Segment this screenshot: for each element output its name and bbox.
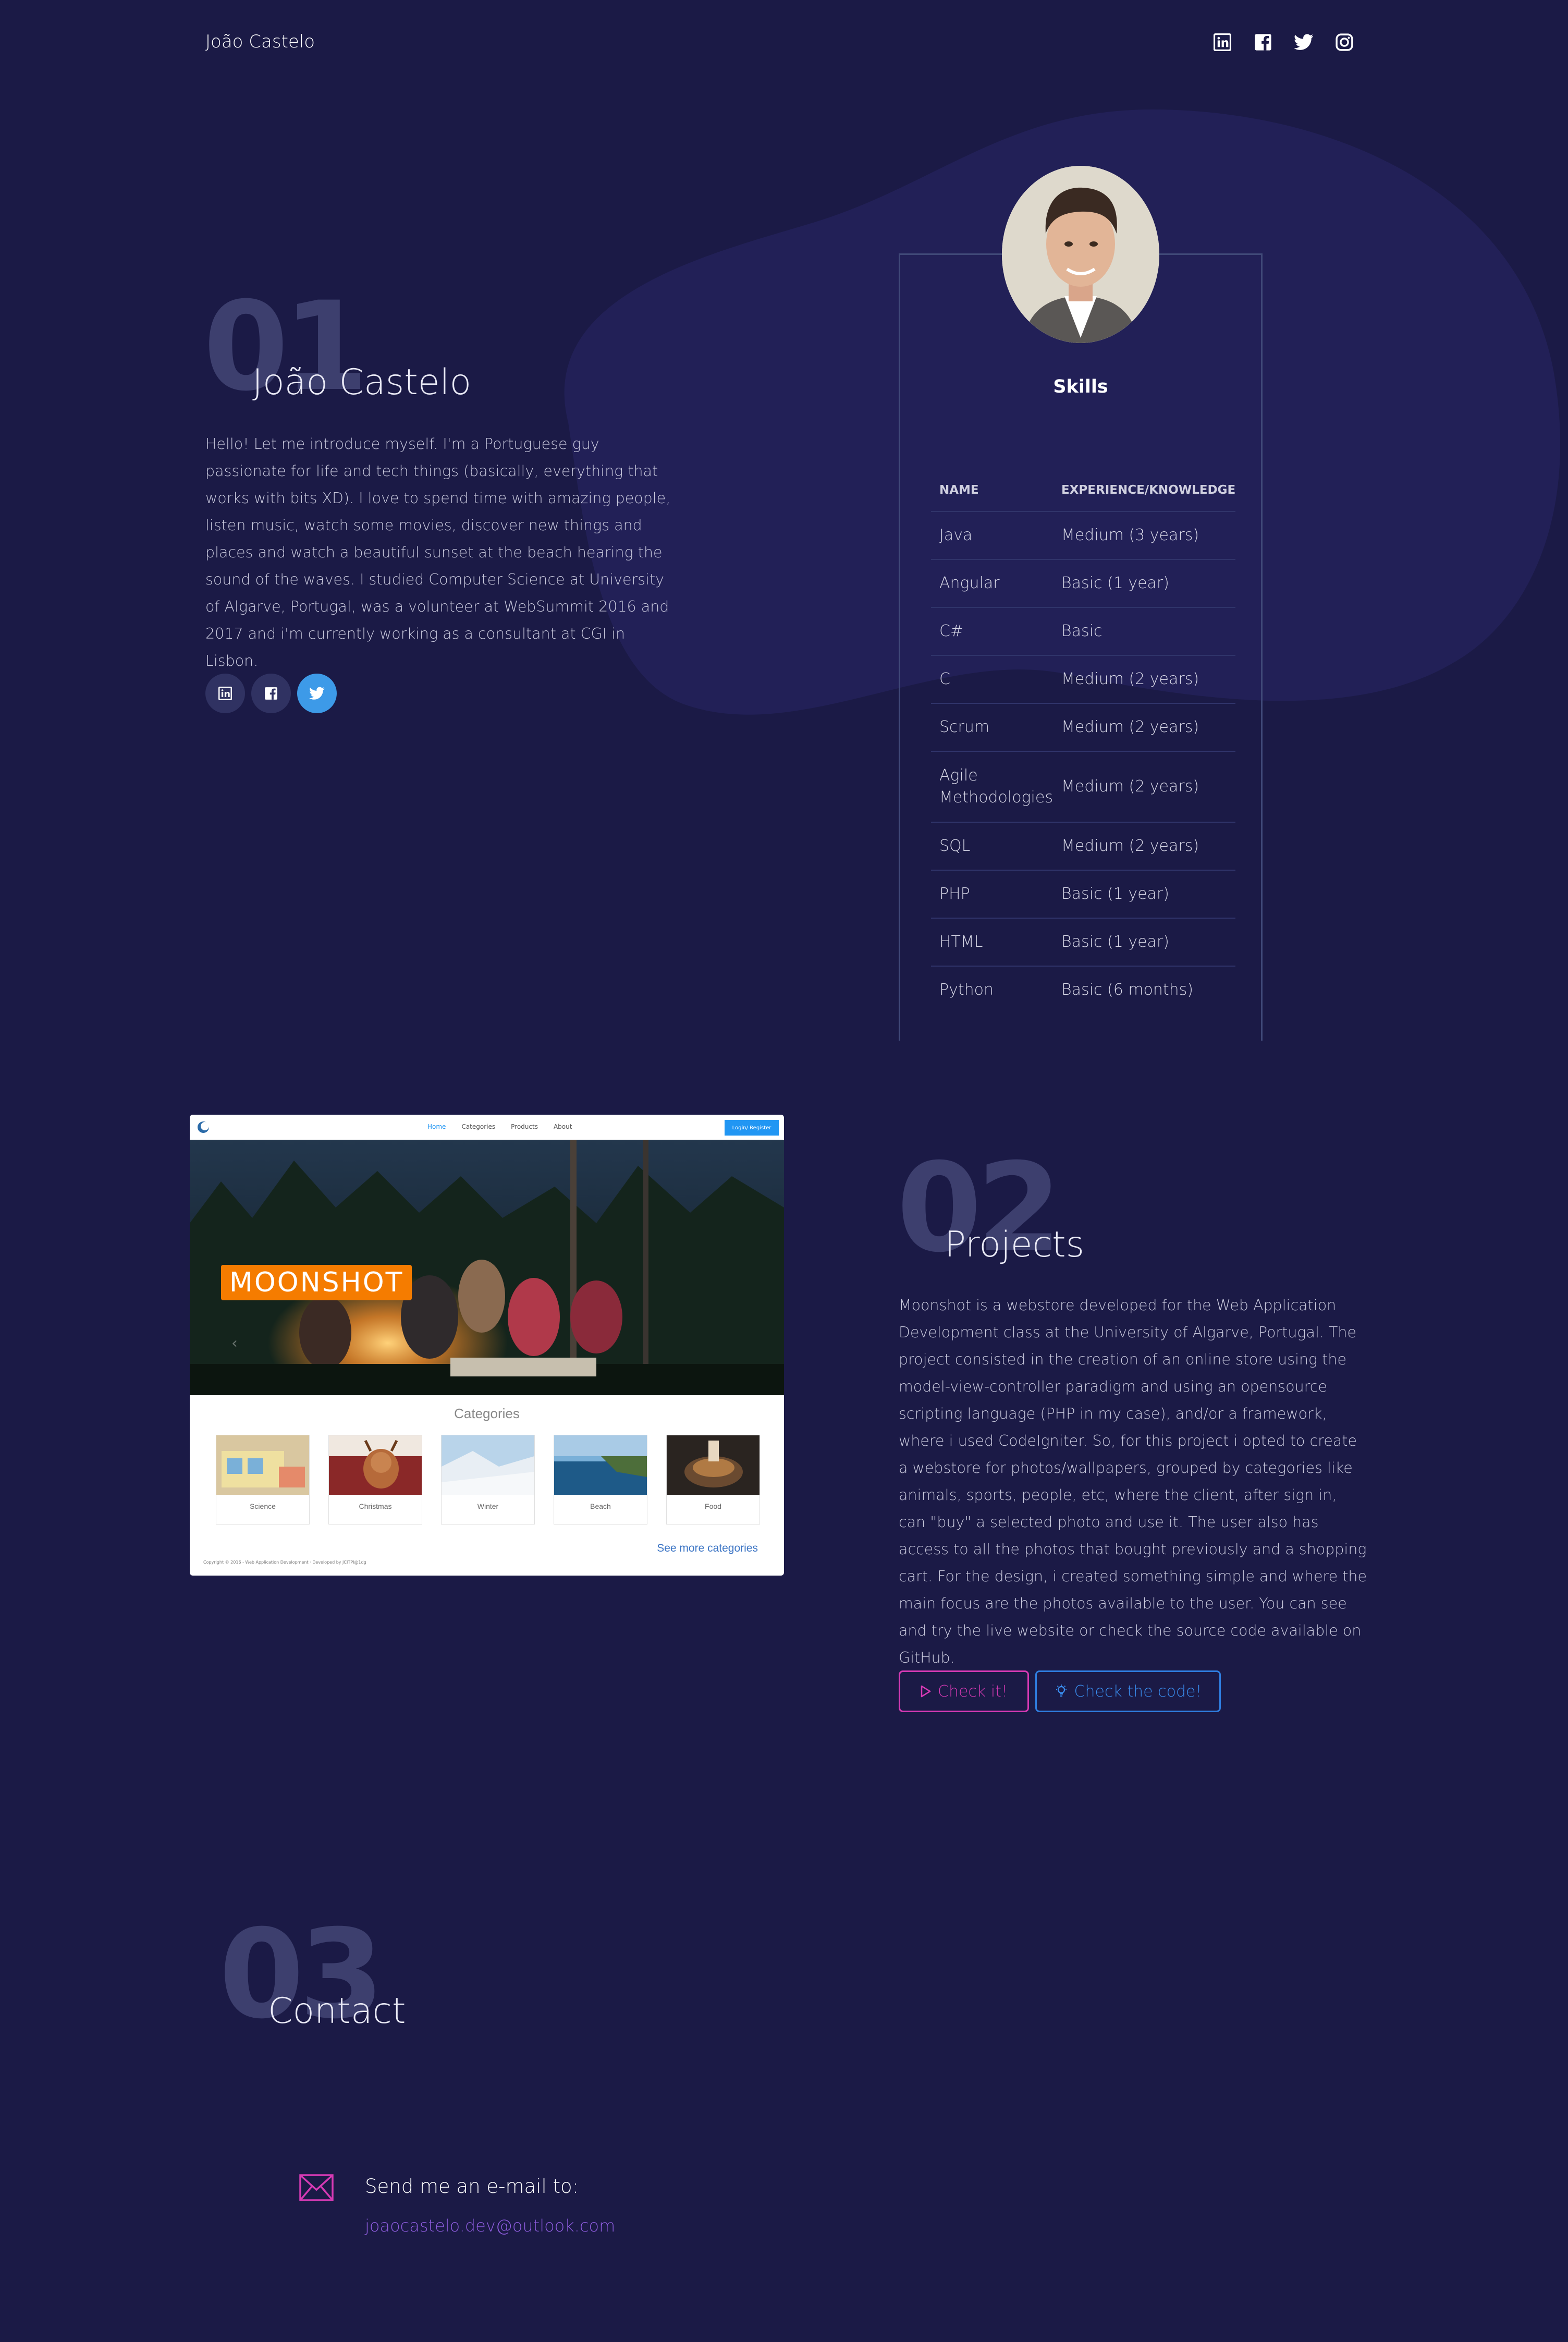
moon-logo-icon xyxy=(198,1121,209,1133)
skill-name: Agile Methodologies xyxy=(931,751,1053,823)
table-row: SQL Medium (2 years) xyxy=(931,822,1236,871)
skill-name: Angular xyxy=(931,559,1053,608)
check-it-label: Check it! xyxy=(938,1682,1008,1701)
skills-title: Skills xyxy=(1053,376,1108,397)
instagram-icon[interactable] xyxy=(1334,32,1354,52)
skill-name: Scrum xyxy=(931,703,1053,752)
category-label: Winter xyxy=(477,1502,499,1510)
skill-experience: Basic xyxy=(1052,607,1236,656)
header-social-links xyxy=(1212,32,1354,52)
skill-name: Python xyxy=(939,981,994,999)
envelope-icon xyxy=(299,2174,334,2201)
facebook-icon xyxy=(265,687,277,700)
category-label: Christmas xyxy=(359,1502,392,1510)
skill-experience: Medium (2 years) xyxy=(1052,655,1236,704)
skill-experience: Medium (3 years) xyxy=(1052,511,1236,560)
project-screenshot[interactable]: Home Categories Products About Login/ Re… xyxy=(190,1115,784,1576)
preview-hero-logo: MOONSHOT xyxy=(221,1265,412,1300)
table-row: C# Basic xyxy=(931,607,1236,656)
linkedin-icon xyxy=(218,687,232,700)
table-row: Angular Basic (1 year) xyxy=(931,559,1236,608)
table-row: Python Basic (6 months) xyxy=(931,966,1235,1014)
category-label: Science xyxy=(250,1502,276,1510)
skill-name: Java xyxy=(931,511,1053,560)
table-row: Scrum Medium (2 years) xyxy=(931,703,1236,752)
preview-footer: Copyright © 2016 - Web Application Devel… xyxy=(203,1560,366,1565)
preview-categories-title: Categories xyxy=(454,1406,520,1421)
table-row: PHP Basic (1 year) xyxy=(931,870,1236,919)
skill-experience: Medium (2 years) xyxy=(1052,751,1236,823)
category-card[interactable]: Science xyxy=(216,1435,310,1524)
linkedin-icon[interactable] xyxy=(1212,32,1232,52)
twitter-icon xyxy=(309,687,325,700)
table-row: HTML Basic (1 year) xyxy=(931,918,1236,967)
preview-login-button[interactable]: Login/ Register xyxy=(725,1120,779,1136)
column-header-name: NAME xyxy=(931,469,1053,512)
table-row: C Medium (2 years) xyxy=(931,655,1236,704)
projects-description: Moonshot is a webstore developed for the… xyxy=(899,1297,1367,1666)
skill-experience: Medium (2 years) xyxy=(1052,822,1236,871)
skills-table-header: NAME EXPERIENCE/KNOWLEDGE xyxy=(931,469,1236,512)
skill-name: C# xyxy=(931,607,1053,656)
skill-name: HTML xyxy=(931,918,1053,967)
brand-name[interactable]: João Castelo xyxy=(205,31,315,52)
category-card[interactable]: Beach xyxy=(554,1435,647,1524)
category-card[interactable]: Christmas xyxy=(328,1435,422,1524)
skill-name: SQL xyxy=(931,822,1053,871)
contact-title: Contact xyxy=(268,1991,406,2032)
play-icon xyxy=(921,1685,931,1698)
preview-nav-products[interactable]: Products xyxy=(511,1123,538,1130)
preview-nav-home[interactable]: Home xyxy=(427,1123,446,1130)
about-twitter-button[interactable] xyxy=(297,674,337,713)
contact-mail-label: Send me an e-mail to: xyxy=(365,2175,579,2198)
contact-email-link[interactable]: joaocastelo.dev@outlook.com xyxy=(365,2216,615,2236)
category-card[interactable]: Food xyxy=(666,1435,760,1524)
column-header-experience: EXPERIENCE/KNOWLEDGE xyxy=(1052,469,1236,512)
category-label: Food xyxy=(705,1502,721,1510)
preview-nav-links: Home Categories Products About xyxy=(427,1123,572,1130)
preview-navbar: Home Categories Products About Login/ Re… xyxy=(190,1115,784,1140)
svg-text:‹: ‹ xyxy=(231,1334,238,1352)
lightbulb-icon xyxy=(1056,1685,1067,1697)
check-code-label: Check the code! xyxy=(1074,1682,1202,1701)
about-bio: Hello! Let me introduce myself. I'm a Po… xyxy=(205,435,671,669)
category-card[interactable]: Winter xyxy=(441,1435,535,1524)
check-code-button[interactable]: Check the code! xyxy=(1035,1670,1221,1712)
table-row: Agile Methodologies Medium (2 years) xyxy=(931,751,1236,823)
preview-see-more-link[interactable]: See more categories xyxy=(657,1542,758,1555)
check-it-button[interactable]: Check it! xyxy=(899,1670,1029,1712)
skill-name: C xyxy=(931,655,1053,704)
skill-experience: Basic (1 year) xyxy=(1052,918,1236,967)
about-linkedin-button[interactable] xyxy=(205,674,245,713)
skills-table: NAME EXPERIENCE/KNOWLEDGE Java Medium (3 … xyxy=(931,469,1236,1014)
about-facebook-button[interactable] xyxy=(251,674,291,713)
preview-hero-image: ‹ MOONSHOT xyxy=(190,1140,784,1395)
category-label: Beach xyxy=(590,1502,611,1510)
preview-nav-categories[interactable]: Categories xyxy=(461,1123,495,1130)
table-row: Java Medium (3 years) xyxy=(931,511,1236,560)
preview-category-list: Science Christmas Winter Beach Food xyxy=(216,1435,760,1524)
skill-experience: Basic (1 year) xyxy=(1052,870,1236,919)
skill-name: PHP xyxy=(931,870,1053,919)
profile-avatar xyxy=(1002,166,1159,343)
projects-title: Projects xyxy=(945,1224,1085,1265)
facebook-icon[interactable] xyxy=(1253,32,1273,52)
twitter-icon[interactable] xyxy=(1294,32,1314,52)
skill-experience: Basic (1 year) xyxy=(1052,559,1236,608)
skill-experience: Basic (6 months) xyxy=(1061,981,1194,999)
skill-experience: Medium (2 years) xyxy=(1052,703,1236,752)
preview-nav-about[interactable]: About xyxy=(554,1123,572,1130)
about-title: João Castelo xyxy=(252,362,472,403)
